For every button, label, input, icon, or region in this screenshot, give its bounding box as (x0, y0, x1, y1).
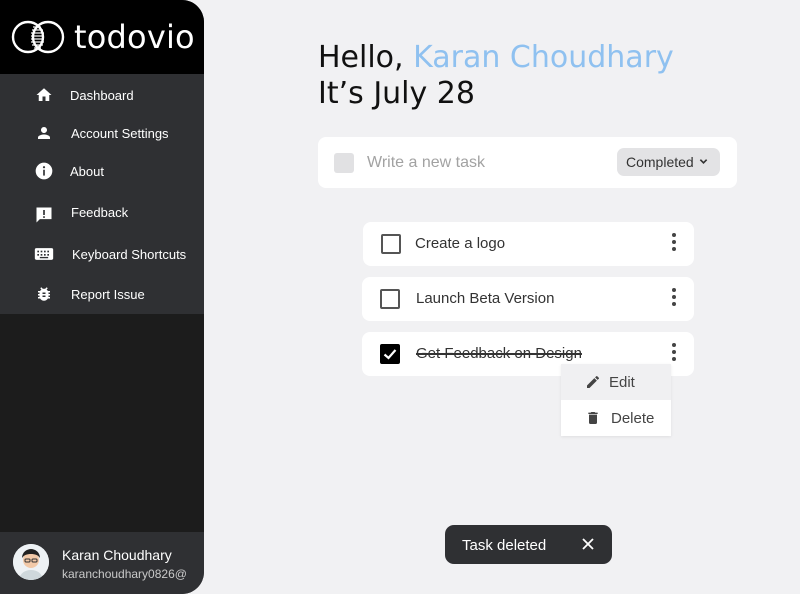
sidebar-item-dashboard[interactable]: Dashboard (0, 80, 204, 110)
task-item[interactable]: Create a logo (363, 222, 694, 266)
bug-icon (33, 283, 55, 305)
app-name: todovio (74, 18, 195, 56)
new-task-input[interactable] (367, 151, 597, 175)
venn-logo-icon (11, 20, 65, 54)
task-label: Launch Beta Version (416, 290, 555, 307)
task-checkbox-checked[interactable] (380, 344, 400, 364)
profile-email: karanchoudhary0826@ (62, 567, 187, 581)
new-task-bar: Completed (318, 137, 737, 188)
filter-dropdown[interactable]: Completed (617, 148, 720, 176)
more-vert-icon[interactable] (670, 233, 678, 255)
task-checkbox[interactable] (380, 289, 400, 309)
brand-header[interactable]: todovio (0, 0, 204, 74)
sidebar-item-label: Account Settings (71, 125, 169, 141)
more-vert-icon[interactable] (670, 288, 678, 310)
avatar (13, 544, 49, 580)
greeting-hello: Hello, (318, 40, 414, 75)
sidebar-item-about[interactable]: About (0, 156, 204, 186)
sidebar-item-label: About (70, 163, 104, 179)
check-icon (383, 349, 397, 360)
greeting-user-name: Karan Choudhary (413, 40, 674, 75)
task-item[interactable]: Launch Beta Version (362, 277, 694, 321)
sidebar-item-label: Keyboard Shortcuts (72, 246, 187, 262)
sidebar-item-report-issue[interactable]: Report Issue (0, 279, 204, 309)
close-icon[interactable] (581, 537, 595, 551)
new-task-checkbox[interactable] (334, 153, 354, 173)
sidebar-item-label: Report Issue (71, 286, 145, 302)
task-label: Get Feedback on Design (416, 345, 582, 362)
task-checkbox[interactable] (381, 234, 401, 254)
greeting-date: It’s July 28 (318, 76, 475, 111)
profile-name: Karan Choudhary (62, 547, 172, 563)
person-icon (33, 122, 55, 144)
snackbar-toast: Task deleted (445, 525, 612, 564)
feedback-icon (33, 204, 55, 226)
sidebar-nav: Dashboard Account Settings About Feedbac… (0, 74, 204, 314)
page-title: Hello, Karan Choudhary (318, 40, 674, 75)
delete-menu-item[interactable]: Delete (561, 400, 671, 436)
task-context-menu: Edit Delete (561, 364, 671, 436)
info-icon (33, 160, 55, 182)
delete-label: Delete (611, 409, 655, 427)
more-vert-icon[interactable] (670, 343, 678, 365)
trash-icon (588, 412, 598, 424)
sidebar-item-label: Dashboard (70, 87, 134, 103)
edit-label: Edit (609, 373, 635, 391)
home-icon (33, 84, 55, 106)
sidebar-item-keyboard-shortcuts[interactable]: Keyboard Shortcuts (0, 239, 204, 269)
task-label: Create a logo (415, 235, 506, 252)
sidebar-item-label: Feedback (71, 204, 129, 220)
edit-menu-item[interactable]: Edit (561, 364, 671, 400)
filter-label: Completed (626, 154, 694, 170)
toast-message: Task deleted (462, 537, 547, 554)
user-profile[interactable]: Karan Choudhary karanchoudhary0826@ (0, 532, 204, 594)
sidebar-item-feedback[interactable]: Feedback (0, 197, 204, 227)
keyboard-icon (33, 243, 55, 265)
pencil-icon (587, 375, 599, 388)
sidebar: todovio Dashboard Account Settings About… (0, 0, 204, 594)
sidebar-item-account-settings[interactable]: Account Settings (0, 118, 204, 148)
chevron-down-icon (699, 159, 708, 164)
